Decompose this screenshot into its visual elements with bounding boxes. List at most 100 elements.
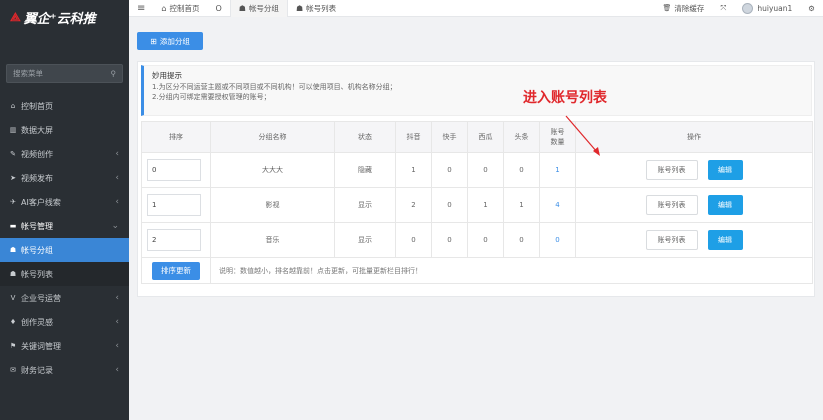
- fullscreen-icon: ⤧: [720, 3, 727, 12]
- edit-button[interactable]: 编辑: [707, 160, 743, 180]
- tab-label: 帐号分组: [248, 3, 279, 13]
- annotation-label: 进入账号列表: [523, 90, 607, 106]
- edit-button[interactable]: 编辑: [707, 230, 743, 250]
- edit-button[interactable]: 编辑: [707, 195, 743, 215]
- sidebar-item-enterprise-ops[interactable]: V 企业号运营 ‹: [0, 286, 129, 310]
- douyin-count: 2: [395, 187, 432, 223]
- table-row: 2 音乐 显示 0 0 0 0 0 账号列表 编辑: [141, 222, 813, 258]
- sidebar-item-data-screen[interactable]: ▥ 数据大屏: [0, 118, 129, 142]
- account-list-button[interactable]: 账号列表: [645, 160, 698, 180]
- account-list-button[interactable]: 账号列表: [645, 195, 698, 215]
- sidebar-item-label: AI客户线索: [21, 197, 61, 207]
- chevron-left-icon: ‹: [115, 317, 119, 327]
- sidebar-search-input[interactable]: 搜索菜单 ⚲: [6, 64, 123, 83]
- header-xigua: 西瓜: [467, 121, 504, 153]
- status: 隐藏: [334, 152, 396, 188]
- sort-input[interactable]: 0: [147, 159, 201, 181]
- home-icon: ⌂: [161, 3, 167, 13]
- pen-icon: ✎: [10, 150, 16, 158]
- tab-dashboard[interactable]: ⌂ 控制首页: [153, 0, 207, 17]
- sidebar-item-account-manage[interactable]: ▬ 帐号管理 ⌄: [0, 214, 129, 238]
- brand-name: 翼企⁺云科推: [23, 11, 96, 27]
- header-douyin: 抖音: [395, 121, 432, 153]
- sidebar-item-dashboard[interactable]: ⌂ 控制首页: [0, 94, 129, 118]
- sidebar-item-account-groups[interactable]: ☗ 帐号分组: [0, 238, 129, 262]
- tab-refresh[interactable]: O: [207, 0, 229, 17]
- sidebar-item-label: 视频创作: [21, 149, 53, 159]
- hamburger-icon: ≡: [137, 2, 146, 14]
- account-count-link[interactable]: 0: [539, 222, 576, 258]
- brand-logo[interactable]: ⟁ 翼企⁺云科推: [0, 0, 129, 34]
- username: huiyuan1: [757, 3, 793, 13]
- home-icon: ⌂: [10, 102, 16, 110]
- main-content: ⊞ 添加分组 妙用提示 1.为区分不同运营主题或不同项目或不同机构！可以使用项目、…: [129, 17, 823, 420]
- sidebar-item-ai-leads[interactable]: ✈ AI客户线索 ‹: [0, 190, 129, 214]
- sort-update-button[interactable]: 排序更新: [152, 261, 200, 280]
- vip-icon: V: [10, 294, 16, 302]
- user-icon: ☗: [9, 270, 17, 278]
- settings-button[interactable]: ⚙: [800, 0, 823, 17]
- tab-label: 控制首页: [169, 3, 200, 13]
- tab-label: O: [215, 3, 222, 13]
- kuaishou-count: 0: [431, 187, 468, 223]
- groups-table: 排序 分组名称 状态 抖音 快手 西瓜 头条 账号数量 操作 0 大大大 隐藏 …: [141, 121, 813, 284]
- sidebar-item-keywords[interactable]: ⚑ 关键词管理 ‹: [0, 334, 129, 358]
- sidebar-menu: ⌂ 控制首页 ▥ 数据大屏 ✎ 视频创作 ‹ ➤ 视频发布 ‹ ✈ AI客户线索 ‹ ▬ 帐号管理…: [0, 94, 129, 382]
- toutiao-count: 0: [503, 152, 540, 188]
- xigua-count: 0: [467, 222, 504, 258]
- header-status: 状态: [334, 121, 396, 153]
- account-count-link[interactable]: 1: [539, 152, 576, 188]
- header-group-name: 分组名称: [210, 121, 335, 153]
- group-name: 影视: [210, 187, 335, 223]
- diamond-icon: ♦: [9, 318, 17, 326]
- chevron-left-icon: ‹: [115, 173, 119, 183]
- chevron-down-icon: ⌄: [111, 221, 119, 231]
- kuaishou-count: 0: [431, 152, 468, 188]
- sort-input[interactable]: 1: [147, 194, 201, 216]
- sidebar-item-label: 企业号运营: [21, 293, 61, 303]
- account-icon: ▬: [9, 222, 17, 230]
- add-group-label: 添加分组: [159, 36, 190, 46]
- sidebar-item-label: 帐号分组: [21, 245, 53, 255]
- sidebar-item-video-create[interactable]: ✎ 视频创作 ‹: [0, 142, 129, 166]
- sidebar-item-finance[interactable]: ✉ 财务记录 ‹: [0, 358, 129, 382]
- toutiao-count: 0: [503, 222, 540, 258]
- tab-account-groups[interactable]: ☗ 帐号分组: [229, 0, 288, 17]
- search-placeholder: 搜索菜单: [13, 69, 43, 78]
- clear-cache-label: 清除缓存: [674, 3, 705, 13]
- sidebar-item-label: 财务记录: [21, 365, 53, 375]
- header-kuaishou: 快手: [431, 121, 468, 153]
- fullscreen-button[interactable]: ⤧: [712, 0, 734, 17]
- flag-icon: ⚑: [9, 342, 17, 350]
- kuaishou-count: 0: [431, 222, 468, 258]
- table-row: 0 大大大 隐藏 1 0 0 0 1 账号列表 编辑: [141, 152, 813, 188]
- envelope-icon: ✉: [10, 366, 16, 374]
- toutiao-count: 1: [503, 187, 540, 223]
- user-icon: ☗: [238, 3, 246, 13]
- actions-cell: 账号列表 编辑: [575, 187, 813, 223]
- actions-cell: 账号列表 编辑: [575, 222, 813, 258]
- sidebar-item-account-list[interactable]: ☗ 帐号列表: [0, 262, 129, 286]
- sidebar-item-label: 创作灵感: [21, 317, 53, 327]
- header-account-count: 账号数量: [539, 121, 576, 153]
- logo-mark-icon: ⟁: [10, 9, 21, 24]
- sidebar-item-inspiration[interactable]: ♦ 创作灵感 ‹: [0, 310, 129, 334]
- sort-input[interactable]: 2: [147, 229, 201, 251]
- account-count-link[interactable]: 4: [539, 187, 576, 223]
- gear-icon: ⚙: [808, 3, 815, 13]
- add-icon: ⊞: [150, 36, 157, 46]
- user-icon: ☗: [295, 3, 304, 13]
- sidebar-item-video-publish[interactable]: ➤ 视频发布 ‹: [0, 166, 129, 190]
- account-list-button[interactable]: 账号列表: [645, 230, 698, 250]
- menu-toggle-button[interactable]: ≡: [129, 0, 153, 17]
- groups-panel: 妙用提示 1.为区分不同运营主题或不同项目或不同机构！可以使用项目、机构名称分组…: [137, 61, 815, 297]
- tab-account-list[interactable]: ☗ 帐号列表: [288, 0, 344, 17]
- sidebar-item-label: 控制首页: [21, 101, 53, 111]
- clear-cache-button[interactable]: 🗑 清除缓存: [654, 0, 712, 17]
- sidebar: ⟁ 翼企⁺云科推 搜索菜单 ⚲ ⌂ 控制首页 ▥ 数据大屏 ✎ 视频创作 ‹ ➤ 视频发布…: [0, 0, 129, 420]
- plane-icon: ✈: [10, 198, 16, 206]
- user-menu[interactable]: huiyuan1: [734, 0, 800, 17]
- header-actions: 操作: [575, 121, 813, 153]
- add-group-button[interactable]: ⊞ 添加分组: [137, 32, 203, 50]
- sidebar-item-label: 数据大屏: [21, 125, 53, 135]
